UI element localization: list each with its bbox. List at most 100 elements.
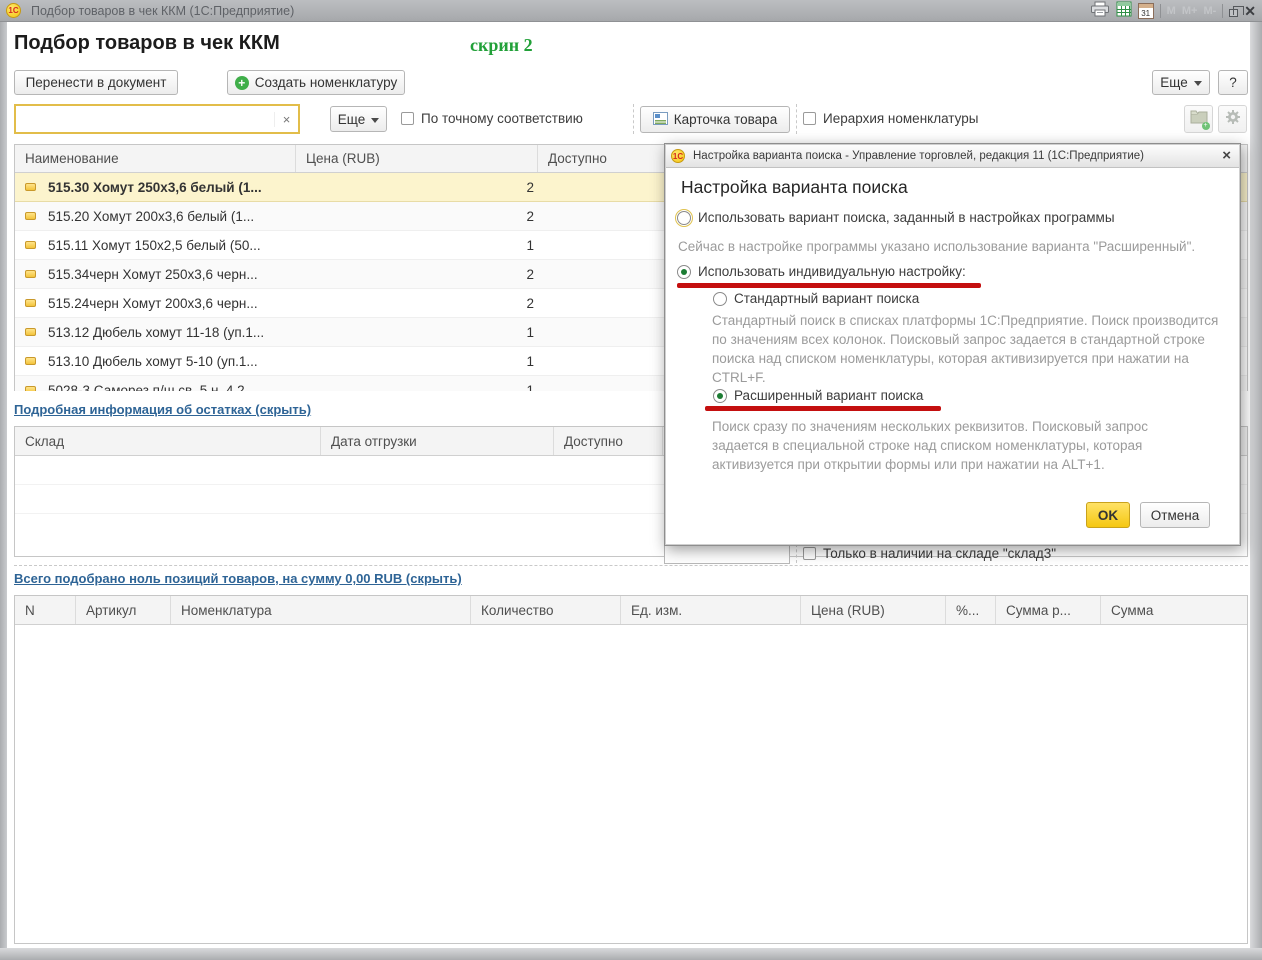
- separator: [633, 104, 634, 134]
- column-header-unit[interactable]: Ед. изм.: [621, 596, 801, 624]
- memory-mplus-button[interactable]: M+: [1182, 5, 1198, 17]
- create-nomenclature-button[interactable]: + Создать номенклатуру: [227, 70, 405, 95]
- product-price: 1: [306, 383, 548, 392]
- column-header-stock-available[interactable]: Доступно: [554, 427, 663, 455]
- print-icon[interactable]: [1090, 1, 1110, 22]
- calculator-icon[interactable]: [1116, 1, 1132, 22]
- search-settings-dialog: 1С Настройка варианта поиска - Управлени…: [664, 143, 1241, 546]
- plus-icon: +: [235, 76, 249, 90]
- chevron-down-icon: [371, 118, 379, 123]
- radio-standard-search[interactable]: Стандартный вариант поиска: [713, 291, 919, 306]
- column-header-price-rub[interactable]: Цена (RUB): [801, 596, 946, 624]
- titlebar-separator: [1160, 4, 1161, 18]
- selection-summary-link[interactable]: Всего подобрано ноль позиций товаров, на…: [14, 571, 462, 586]
- dialog-close-icon[interactable]: ×: [1222, 148, 1231, 163]
- dialog-title: Настройка варианта поиска - Управление т…: [693, 150, 1144, 162]
- product-name: 5028-3 Саморез п/ш св. 5 н. 4,2...: [48, 383, 306, 392]
- section-divider: [14, 565, 1248, 566]
- close-window-icon[interactable]: ✕: [1244, 4, 1256, 18]
- chevron-down-icon: [1194, 81, 1202, 86]
- memory-mminus-button[interactable]: M-: [1203, 5, 1216, 17]
- red-underline-annotation: [705, 406, 941, 411]
- item-icon: [25, 386, 36, 391]
- product-name: 515.34черн Хомут 250х3,6 черн...: [48, 267, 306, 282]
- separator: [796, 104, 797, 134]
- column-header-article[interactable]: Артикул: [76, 596, 171, 624]
- column-header-ship-date[interactable]: Дата отгрузки: [321, 427, 554, 455]
- calendar-icon[interactable]: 31: [1138, 3, 1154, 19]
- red-underline-annotation: [677, 283, 981, 288]
- radio-label: Использовать вариант поиска, заданный в …: [698, 210, 1115, 225]
- gear-icon: [1225, 109, 1241, 130]
- transfer-to-document-button[interactable]: Перенести в документ: [14, 70, 178, 95]
- only-in-stock-label: Только в наличии на складе "склад3": [823, 546, 1056, 561]
- column-header-percent[interactable]: %...: [946, 596, 996, 624]
- radio-label: Стандартный вариант поиска: [734, 291, 919, 306]
- help-button[interactable]: ?: [1218, 70, 1248, 95]
- product-price: 2: [306, 209, 548, 224]
- restore-window-icon[interactable]: [1229, 9, 1238, 17]
- product-price: 2: [306, 267, 548, 282]
- page-title: Подбор товаров в чек ККМ: [14, 32, 280, 55]
- create-button-label: Создать номенклатуру: [255, 75, 397, 90]
- exact-match-label: По точному соответствию: [421, 111, 583, 126]
- only-in-stock-checkbox[interactable]: [803, 547, 816, 560]
- memory-m-button[interactable]: M: [1167, 5, 1176, 17]
- radio-icon: [677, 211, 691, 225]
- item-icon: [25, 212, 36, 220]
- screenshot-annotation: скрин 2: [470, 35, 533, 56]
- search-more-button[interactable]: Еще: [330, 106, 387, 132]
- product-price: 1: [306, 354, 548, 369]
- column-header-price[interactable]: Цена (RUB): [296, 145, 538, 172]
- window-title: Подбор товаров в чек ККМ (1С:Предприятие…: [31, 4, 294, 18]
- product-name: 513.12 Дюбель хомут 11-18 (уп.1...: [48, 325, 306, 340]
- settings-gear-button[interactable]: [1218, 105, 1247, 133]
- radio-extended-search[interactable]: Расширенный вариант поиска: [713, 388, 923, 403]
- column-header-sum-r[interactable]: Сумма р...: [996, 596, 1101, 624]
- item-icon: [25, 241, 36, 249]
- titlebar-separator: [1222, 4, 1223, 18]
- column-header-sum[interactable]: Сумма: [1101, 596, 1247, 624]
- clear-search-icon[interactable]: ×: [274, 112, 298, 127]
- product-card-button[interactable]: Карточка товара: [640, 106, 790, 133]
- item-icon: [25, 299, 36, 307]
- product-name: 513.10 Дюбель хомут 5-10 (уп.1...: [48, 354, 306, 369]
- product-name: 515.30 Хомут 250х3,6 белый (1...: [48, 180, 306, 195]
- separator: [796, 544, 797, 563]
- search-more-label: Еще: [338, 112, 365, 127]
- column-header-nomenclature[interactable]: Номенклатура: [171, 596, 471, 624]
- window-frame-bottom: [0, 948, 1262, 960]
- column-header-name[interactable]: Наименование: [15, 145, 296, 172]
- radio-label: Использовать индивидуальную настройку:: [698, 264, 966, 279]
- exact-match-checkbox[interactable]: [401, 112, 414, 125]
- item-icon: [25, 357, 36, 365]
- dialog-heading: Настройка варианта поиска: [681, 177, 908, 198]
- radio-use-individual-setting[interactable]: Использовать индивидуальную настройку:: [677, 264, 966, 279]
- radio-icon: [677, 265, 691, 279]
- create-group-button[interactable]: +: [1184, 105, 1213, 133]
- folder-plus-icon: +: [1190, 110, 1208, 129]
- app-window: 1С Подбор товаров в чек ККМ (1С:Предприя…: [0, 0, 1262, 960]
- search-input[interactable]: [16, 106, 274, 132]
- radio-use-program-setting[interactable]: Использовать вариант поиска, заданный в …: [677, 210, 1115, 225]
- column-header-warehouse[interactable]: Склад: [15, 427, 321, 455]
- 1c-logo-icon: 1С: [671, 149, 685, 163]
- stock-details-link[interactable]: Подробная информация об остатках (скрыть…: [14, 402, 311, 417]
- hierarchy-label: Иерархия номенклатуры: [823, 111, 978, 126]
- extended-search-description: Поиск сразу по значениям нескольких рекв…: [712, 417, 1172, 474]
- column-header-quantity[interactable]: Количество: [471, 596, 621, 624]
- product-price: 2: [306, 180, 548, 195]
- ok-button[interactable]: OK: [1086, 502, 1130, 528]
- item-icon: [25, 183, 36, 191]
- hierarchy-checkbox[interactable]: [803, 112, 816, 125]
- product-name: 515.11 Хомут 150х2,5 белый (50...: [48, 238, 306, 253]
- product-card-icon: [653, 112, 668, 128]
- window-titlebar: 1С Подбор товаров в чек ККМ (1С:Предприя…: [0, 0, 1262, 22]
- more-button-top[interactable]: Еще: [1152, 70, 1210, 95]
- window-frame-right: [1250, 22, 1262, 960]
- item-icon: [25, 270, 36, 278]
- dialog-titlebar: 1С Настройка варианта поиска - Управлени…: [666, 145, 1239, 168]
- selected-items-table-header: N Артикул Номенклатура Количество Ед. из…: [15, 596, 1247, 625]
- column-header-n[interactable]: N: [15, 596, 76, 624]
- cancel-button[interactable]: Отмена: [1140, 502, 1210, 528]
